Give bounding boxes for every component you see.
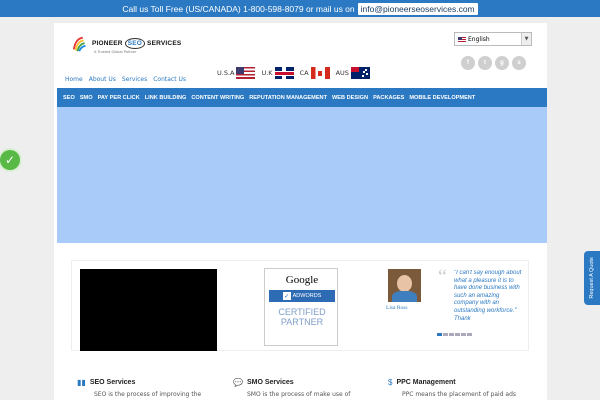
logo-brand-left: PIONEER — [92, 40, 123, 47]
logo-brand-right: SERVICES — [147, 40, 182, 47]
bar-chart-icon: ▮▮ — [77, 378, 86, 387]
facebook-icon[interactable]: f — [461, 56, 475, 70]
main-nav-web-design[interactable]: WEB DESIGN — [332, 95, 368, 101]
main-nav: SEO SMO PAY PER CLICK LINK BUILDING CONT… — [57, 88, 547, 107]
badge-google: Google — [285, 274, 319, 286]
main-nav-smo[interactable]: SMO — [80, 95, 93, 101]
nav-services[interactable]: Services — [122, 76, 147, 83]
top-nav: Home About Us Services Contact Us — [65, 76, 186, 83]
testimonial-name: Lisa Ross — [386, 305, 408, 311]
nav-contact[interactable]: Contact Us — [153, 76, 186, 83]
twitter-icon[interactable]: t — [478, 56, 492, 70]
page-container: PIONEER SEO SERVICES A Trusted Global Pa… — [54, 23, 547, 400]
main-nav-content-writing[interactable]: CONTENT WRITING — [191, 95, 244, 101]
country-label: CA — [299, 69, 309, 77]
highlights-panel: Google ✓ ADWORDS CERTIFIED PARTNER Lisa … — [71, 260, 529, 351]
service-ppc-title[interactable]: $ PPC Management — [388, 378, 456, 387]
us-flag-icon — [458, 36, 466, 42]
pager-dot[interactable] — [461, 333, 466, 336]
main-nav-reputation[interactable]: REPUTATION MANAGEMENT — [249, 95, 327, 101]
quote-icon: “ — [438, 266, 447, 288]
email-link[interactable]: info@pioneerseoservices.com — [357, 2, 478, 15]
call-text: Call us Toll Free (US/CANADA) 1-800-598-… — [122, 3, 355, 14]
us-flag-icon — [236, 67, 256, 79]
hero-banner — [57, 107, 547, 243]
language-value: English — [468, 35, 490, 43]
service-title: SEO Services — [89, 379, 136, 386]
testimonial-pager — [437, 333, 472, 336]
main-nav-ppc[interactable]: PAY PER CLICK — [98, 95, 140, 101]
video-player[interactable] — [80, 269, 217, 351]
chat-icon: 💬 — [233, 378, 243, 387]
testimonial-quote: "I can't say enough about what a pleasur… — [454, 270, 522, 322]
service-seo-desc: SEO is the process of improving the — [94, 391, 202, 398]
country-links: U.S.A U.K CA AUS — [217, 67, 373, 79]
main-nav-mobile[interactable]: MOBILE DEVELOPMENT — [409, 95, 475, 101]
service-smo-desc: SMO is the process of make use of — [247, 391, 351, 398]
skype-icon[interactable]: s — [512, 56, 526, 70]
testimonial-avatar — [388, 269, 421, 302]
pager-dot[interactable] — [467, 333, 472, 336]
badge-certified-label: CERTIFIED — [278, 307, 326, 317]
top-contact-bar: Call us Toll Free (US/CANADA) 1-800-598-… — [0, 0, 600, 17]
main-nav-seo[interactable]: SEO — [63, 95, 75, 101]
main-nav-link-building[interactable]: LINK BUILDING — [145, 95, 187, 101]
chevron-down-icon[interactable]: ▼ — [521, 33, 531, 45]
badge-partner-label: PARTNER — [280, 317, 324, 327]
australia-flag-icon — [350, 67, 370, 79]
country-label: AUS — [335, 69, 349, 77]
pager-dot[interactable] — [443, 333, 448, 336]
main-nav-packages[interactable]: PACKAGES — [373, 95, 404, 101]
service-smo-title[interactable]: 💬 SMO Services — [233, 378, 294, 387]
canada-flag-icon — [310, 67, 330, 79]
nav-home[interactable]: Home — [65, 76, 83, 83]
uk-flag-icon — [274, 67, 294, 79]
adwords-badge: Google ✓ ADWORDS CERTIFIED PARTNER — [264, 268, 338, 346]
country-ca[interactable]: CA — [300, 67, 330, 79]
service-title: SMO Services — [246, 379, 294, 386]
language-select[interactable]: English ▼ — [454, 32, 532, 46]
social-links: f t g s — [461, 56, 526, 70]
request-quote-label: Request A Quote — [589, 257, 595, 299]
nav-about[interactable]: About Us — [89, 76, 116, 83]
country-aus[interactable]: AUS — [336, 67, 370, 79]
logo-tagline: A Trusted Global Partner — [94, 50, 137, 54]
service-ppc-desc: PPC means the placement of paid ads — [402, 391, 517, 398]
logo-text: PIONEER SEO SERVICES — [92, 38, 181, 49]
service-title: PPC Management — [396, 379, 456, 386]
country-uk[interactable]: U.K — [261, 67, 294, 79]
badge-adwords-label: ADWORDS — [292, 293, 322, 299]
country-usa[interactable]: U.S.A — [217, 67, 256, 79]
logo-brand-seo: SEO — [124, 38, 146, 49]
badge-certified: CERTIFIED PARTNER — [265, 307, 339, 327]
request-quote-tab[interactable]: Request A Quote — [584, 251, 600, 305]
pager-dot[interactable] — [437, 333, 442, 336]
service-seo-title[interactable]: ▮▮ SEO Services — [77, 378, 135, 387]
google-plus-icon[interactable]: g — [495, 56, 509, 70]
site-logo[interactable]: PIONEER SEO SERVICES A Trusted Global Pa… — [72, 33, 182, 59]
dollar-icon: $ — [388, 378, 393, 387]
pager-dot[interactable] — [449, 333, 454, 336]
badge-adwords: ✓ ADWORDS — [269, 290, 335, 302]
country-label: U.S.A — [217, 69, 235, 77]
check-icon[interactable]: ✓ — [0, 150, 20, 170]
pager-dot[interactable] — [455, 333, 460, 336]
country-label: U.K — [261, 69, 273, 77]
rainbow-logo-icon — [72, 36, 86, 52]
checkmark-icon: ✓ — [282, 292, 291, 300]
